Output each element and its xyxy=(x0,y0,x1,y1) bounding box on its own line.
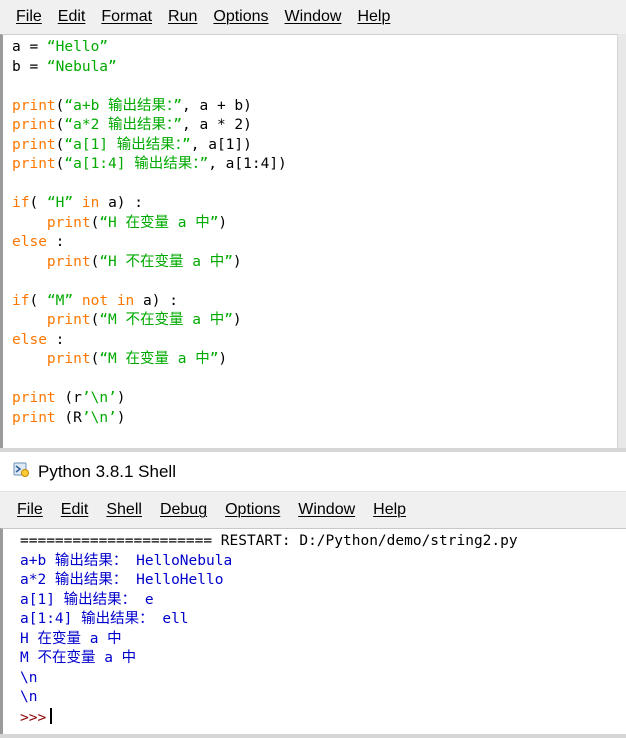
output-line: a+b 输出结果： HelloNebula xyxy=(20,552,233,569)
output-line: \n xyxy=(20,669,38,686)
output-line: H 在变量 a 中 xyxy=(20,630,122,647)
shell-output-area[interactable]: ====================== RESTART: D:/Pytho… xyxy=(0,528,626,734)
output-line: a[1:4] 输出结果： ell xyxy=(20,611,189,627)
code-line: print(“a*2 输出结果：”, a * 2) xyxy=(12,117,252,133)
code-text[interactable]: a = “Hello” b = “Nebula” print(“a+b 输出结果… xyxy=(3,35,618,428)
shell-prompt: >>> xyxy=(20,709,47,726)
shell-menu-window[interactable]: Window xyxy=(289,501,364,519)
shell-menu-shell[interactable]: Shell xyxy=(97,501,151,519)
code-line: print(“M 不在变量 a 中”) xyxy=(46,312,242,328)
code-line: if( “M” not in a) : xyxy=(12,292,178,309)
code-line: b = “Nebula” xyxy=(12,58,117,75)
code-line: print (R’\n’) xyxy=(12,409,126,426)
shell-menu-edit[interactable]: Edit xyxy=(52,501,98,519)
menu-format[interactable]: Format xyxy=(93,0,160,34)
text-cursor xyxy=(50,707,53,724)
python-shell-icon xyxy=(12,460,30,483)
shell-titlebar[interactable]: Python 3.8.1 Shell xyxy=(0,452,626,492)
menu-help[interactable]: Help xyxy=(349,0,398,34)
menu-edit[interactable]: Edit xyxy=(50,0,94,34)
code-editor[interactable]: a = “Hello” b = “Nebula” print(“a+b 输出结果… xyxy=(0,34,618,448)
code-line: print(“a+b 输出结果：”, a + b) xyxy=(12,97,252,114)
code-line: print (r’\n’) xyxy=(12,390,126,406)
code-line: if( “H” in a) : xyxy=(12,195,143,211)
code-line: else : xyxy=(12,331,65,348)
code-line: print(“H 不在变量 a 中”) xyxy=(46,253,242,270)
menu-run[interactable]: Run xyxy=(160,0,205,34)
shell-menu-help[interactable]: Help xyxy=(364,501,415,519)
code-line: print(“M 在变量 a 中”) xyxy=(46,351,228,367)
output-line: M 不在变量 a 中 xyxy=(20,650,137,666)
output-line: a[1] 输出结果： e xyxy=(20,591,154,608)
shell-text[interactable]: ====================== RESTART: D:/Pytho… xyxy=(3,529,626,728)
shell-window-title: Python 3.8.1 Shell xyxy=(38,461,176,481)
shell-menubar: File Edit Shell Debug Options Window Hel… xyxy=(0,492,626,528)
code-line: print(“a[1] 输出结果：”, a[1]) xyxy=(12,136,252,153)
code-line: print(“a[1:4] 输出结果：”, a[1:4]) xyxy=(12,156,287,172)
output-line: \n xyxy=(20,689,38,705)
code-line: a = “Hello” xyxy=(12,39,109,55)
editor-scrollbar[interactable] xyxy=(617,34,626,448)
shell-menu-debug[interactable]: Debug xyxy=(151,501,216,519)
menu-file[interactable]: File xyxy=(8,0,50,34)
shell-menu-file[interactable]: File xyxy=(8,501,52,519)
output-line: a*2 输出结果： HelloHello xyxy=(20,572,224,588)
code-line: print(“H 在变量 a 中”) xyxy=(46,214,228,231)
editor-menubar: File Edit Format Run Options Window Help xyxy=(0,0,626,34)
restart-line: ====================== RESTART: D:/Pytho… xyxy=(20,533,518,549)
code-line: else : xyxy=(12,234,65,250)
menu-window[interactable]: Window xyxy=(277,0,350,34)
shell-menu-options[interactable]: Options xyxy=(216,501,289,519)
bottom-border xyxy=(0,734,626,738)
menu-options[interactable]: Options xyxy=(205,0,276,34)
